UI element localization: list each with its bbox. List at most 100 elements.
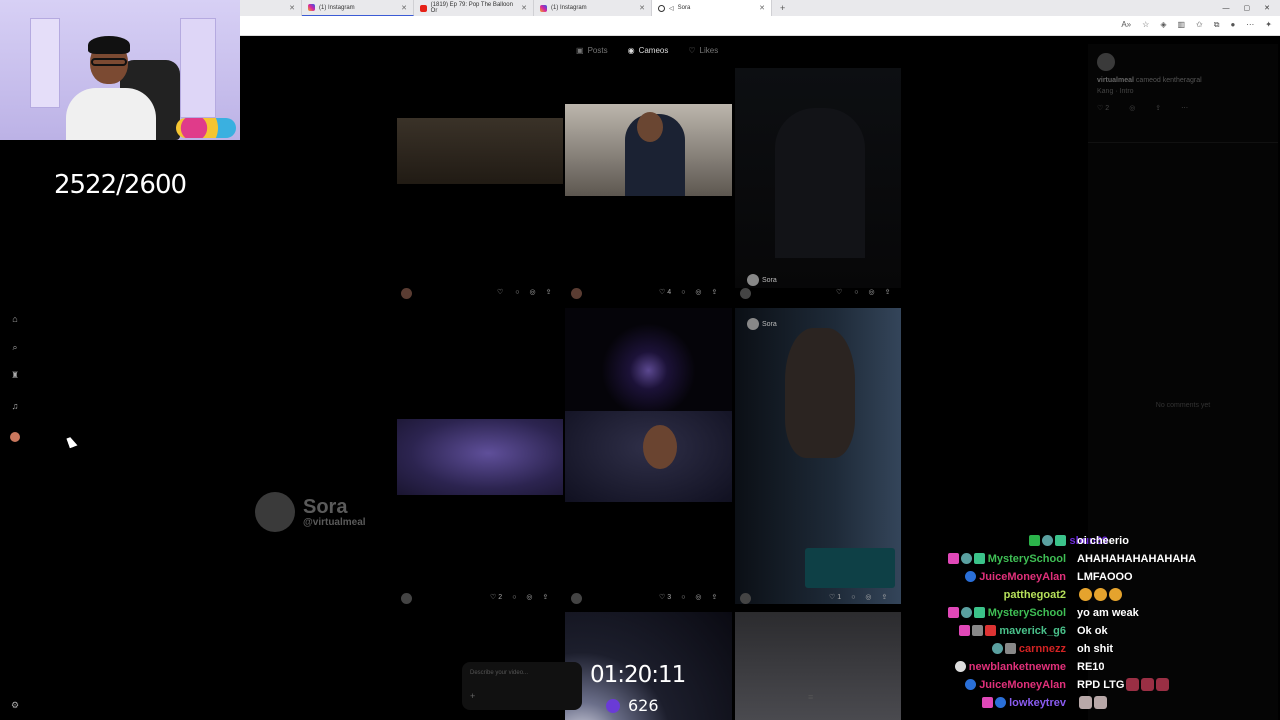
creator-avatar[interactable]: [401, 593, 412, 604]
remix-icon[interactable]: ◎: [695, 593, 701, 601]
share-icon[interactable]: ⇪: [712, 593, 718, 601]
chat-text: RE10: [1077, 660, 1105, 673]
post-username[interactable]: virtualmeal: [1097, 77, 1134, 84]
video-thumbnail[interactable]: [565, 104, 732, 196]
creator-avatar[interactable]: [401, 288, 412, 299]
creator-avatar[interactable]: [571, 593, 582, 604]
browser-tab[interactable]: (1819) Ep 79: Pop The Balloon Or ✕: [414, 0, 534, 16]
chat-username[interactable]: lowkeytrev: [1009, 697, 1066, 709]
video-thumbnail[interactable]: [565, 411, 732, 502]
bell-icon[interactable]: ♫: [10, 401, 20, 411]
share-icon[interactable]: ⇪: [885, 288, 891, 296]
address-bar[interactable]: A» ☆ ◈ ▥ ✩ ⧉ ● ⋯ ✦: [240, 16, 1280, 36]
chat-username[interactable]: maverick_g6: [999, 625, 1066, 637]
close-tab-icon[interactable]: ✕: [289, 4, 295, 12]
chat-username[interactable]: MysterySchool: [988, 607, 1066, 619]
tab-label: (1819) Ep 79: Pop The Balloon Or: [430, 2, 513, 14]
read-aloud-icon[interactable]: A»: [1121, 20, 1131, 30]
home-icon[interactable]: ⌂: [10, 314, 20, 324]
video-thumbnail[interactable]: Sora: [735, 68, 901, 288]
trophy-icon[interactable]: ♜: [10, 370, 20, 380]
settings-icon[interactable]: ⚙: [10, 700, 20, 710]
favorite-star-icon[interactable]: ☆: [1142, 20, 1149, 30]
share-icon[interactable]: ⇪: [882, 593, 888, 601]
split-screen-icon[interactable]: ▥: [1177, 20, 1185, 30]
copilot-icon[interactable]: ✦: [1265, 20, 1272, 30]
minimize-icon[interactable]: —: [1223, 5, 1230, 12]
browser-tab[interactable]: ✕: [240, 0, 302, 16]
chat-message: LMFAOOO: [1077, 568, 1133, 585]
subscriber-badge-icon: [960, 553, 972, 564]
chat-username[interactable]: JuiceMoneyAlan: [979, 679, 1066, 691]
comment-icon[interactable]: ○: [854, 289, 858, 296]
new-tab-button[interactable]: +: [780, 3, 785, 13]
subscriber-badge-icon: [991, 643, 1003, 654]
tab-posts[interactable]: ▣ Posts: [576, 46, 608, 55]
extension-icon[interactable]: ◈: [1160, 20, 1166, 30]
more-menu-icon[interactable]: ⋯: [1246, 20, 1254, 30]
remix-icon[interactable]: ◎: [530, 288, 536, 296]
like-button[interactable]: ♡: [836, 288, 844, 296]
chat-text: yo am weak: [1077, 606, 1139, 619]
browser-tab[interactable]: (1) Instagram ✕: [302, 0, 414, 16]
close-window-icon[interactable]: ✕: [1264, 4, 1270, 12]
collections-icon[interactable]: ⧉: [1214, 20, 1220, 30]
like-button[interactable]: ♡ 4: [659, 288, 671, 297]
like-count: 2: [1105, 104, 1110, 112]
close-tab-icon[interactable]: ✕: [521, 4, 527, 12]
remix-icon[interactable]: ◎: [865, 593, 871, 601]
comment-icon[interactable]: ○: [512, 594, 516, 601]
share-icon[interactable]: ⇪: [543, 593, 549, 601]
like-button[interactable]: ♡ 2: [490, 593, 502, 602]
remix-icon[interactable]: ◎: [526, 593, 532, 601]
video-thumbnail[interactable]: [397, 118, 563, 184]
streamer-hair: [88, 36, 130, 54]
like-button[interactable]: ♡ 2: [1097, 104, 1110, 113]
creator-avatar[interactable]: [740, 288, 751, 299]
comment-icon[interactable]: ○: [681, 594, 685, 601]
tab-likes[interactable]: ♡ Likes: [688, 46, 718, 55]
post-caption: Kang · Intro: [1097, 88, 1134, 95]
prompt-box[interactable]: Describe your video... +: [462, 662, 582, 710]
close-tab-icon[interactable]: ✕: [639, 4, 645, 12]
remix-icon[interactable]: ◎: [869, 288, 875, 296]
remix-icon[interactable]: ◎: [1129, 104, 1135, 112]
video-thumbnail[interactable]: [397, 419, 563, 495]
prime-badge-icon: [995, 697, 1007, 708]
chat-username[interactable]: newblanketnewme: [969, 661, 1066, 673]
profile-icon[interactable]: ●: [1230, 20, 1235, 30]
share-icon[interactable]: ⇪: [712, 288, 718, 296]
chat-username[interactable]: JuiceMoneyAlan: [979, 571, 1066, 583]
search-icon[interactable]: ⌕: [10, 342, 20, 352]
more-icon[interactable]: ⋯: [1181, 104, 1188, 112]
prompt-placeholder: Describe your video...: [470, 670, 529, 676]
favorites-icon[interactable]: ✩: [1196, 20, 1203, 30]
video-thumbnail[interactable]: Sora: [735, 308, 901, 604]
profile-avatar[interactable]: [10, 432, 20, 442]
settings-sliders-icon[interactable]: ≡: [808, 692, 813, 702]
like-button[interactable]: ♡: [497, 288, 505, 296]
like-button[interactable]: ♡ 1: [829, 593, 841, 602]
share-icon[interactable]: ⇪: [1155, 104, 1161, 112]
creator-avatar[interactable]: [740, 593, 751, 604]
creator-avatar[interactable]: [1097, 53, 1115, 71]
comment-icon[interactable]: ○: [515, 289, 519, 296]
chat-username[interactable]: carnnezz: [1019, 643, 1066, 655]
comment-icon[interactable]: ○: [681, 289, 685, 296]
video-thumbnail[interactable]: [565, 308, 732, 428]
browser-tab[interactable]: (1) Instagram ✕: [534, 0, 652, 16]
share-icon[interactable]: ⇪: [546, 288, 552, 296]
tab-cameos[interactable]: ◉ Cameos: [628, 46, 669, 55]
add-attachment-icon[interactable]: +: [470, 691, 475, 701]
close-tab-icon[interactable]: ✕: [401, 4, 407, 12]
browser-tab-active[interactable]: ◁ Sora ✕: [652, 0, 772, 16]
like-button[interactable]: ♡ 3: [659, 593, 671, 602]
maximize-icon[interactable]: ▢: [1244, 4, 1251, 12]
chat-username[interactable]: patthegoat2: [1004, 589, 1066, 601]
remix-icon[interactable]: ◎: [695, 288, 701, 296]
creator-avatar[interactable]: [571, 288, 582, 299]
chat-username[interactable]: MysterySchool: [988, 553, 1066, 565]
video-thumbnail[interactable]: [735, 612, 901, 720]
comment-icon[interactable]: ○: [851, 594, 855, 601]
close-tab-icon[interactable]: ✕: [759, 4, 765, 12]
